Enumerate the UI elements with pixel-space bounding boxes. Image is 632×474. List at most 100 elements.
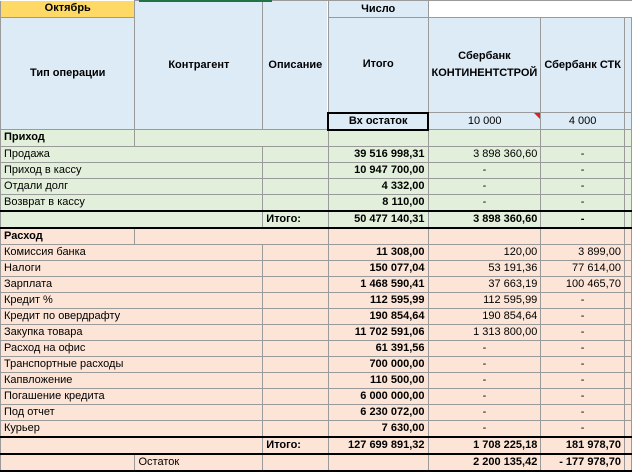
total-cell[interactable]: 150 077,04 [328, 260, 428, 276]
cell[interactable] [1, 211, 263, 228]
operation-type-cell[interactable]: Расход на офис [1, 340, 263, 356]
description-cell[interactable] [263, 420, 329, 437]
cell[interactable] [428, 130, 541, 147]
description-cell[interactable] [263, 260, 329, 276]
cell[interactable] [1, 454, 135, 471]
header-bank1[interactable]: Сбербанк КОНТИНЕНТСТРОЙ [428, 18, 541, 113]
total-cell[interactable]: 11 308,00 [328, 244, 428, 260]
bank2-cell[interactable]: - [541, 162, 625, 178]
description-cell[interactable] [263, 244, 329, 260]
bank2-cell[interactable]: 100 465,70 [541, 276, 625, 292]
bank2-cell[interactable]: - [541, 388, 625, 404]
total-cell[interactable]: 112 595,99 [328, 292, 428, 308]
opening-balance-label[interactable]: Вх остаток [328, 113, 428, 130]
header-values[interactable]: Число [328, 1, 428, 18]
cell[interactable] [624, 356, 631, 372]
bank1-cell[interactable]: - [428, 404, 541, 420]
operation-type-cell[interactable]: Налоги [1, 260, 263, 276]
cell[interactable] [624, 228, 631, 245]
description-cell[interactable] [263, 292, 329, 308]
description-cell[interactable] [263, 388, 329, 404]
operation-type-cell[interactable]: Капвложение [1, 372, 263, 388]
subtotal-bank1[interactable]: 1 708 225,18 [428, 437, 541, 454]
operation-type-cell[interactable]: Кредит % [1, 292, 263, 308]
cell[interactable] [1, 437, 263, 454]
operation-type-cell[interactable]: Приход в кассу [1, 162, 263, 178]
bank1-cell[interactable]: 1 313 800,00 [428, 324, 541, 340]
bank1-cell[interactable]: 37 663,19 [428, 276, 541, 292]
section-title[interactable]: Расход [1, 228, 135, 245]
operation-type-cell[interactable]: Под отчет [1, 404, 263, 420]
operation-type-cell[interactable]: Продажа [1, 146, 263, 162]
cell[interactable] [624, 437, 631, 454]
total-cell[interactable]: 61 391,56 [328, 340, 428, 356]
cell[interactable] [541, 130, 625, 147]
cell[interactable] [624, 308, 631, 324]
total-cell[interactable]: 110 500,00 [328, 372, 428, 388]
balance-bank2[interactable]: - 177 978,70 [541, 454, 625, 471]
bank1-cell[interactable]: 112 595,99 [428, 292, 541, 308]
bank1-cell[interactable]: - [428, 372, 541, 388]
cell[interactable] [624, 130, 631, 147]
bank1-cell[interactable]: - [428, 388, 541, 404]
bank2-cell[interactable]: - [541, 420, 625, 437]
cell[interactable] [624, 244, 631, 260]
operation-type-cell[interactable]: Комиссия банка [1, 244, 263, 260]
subtotal-bank1[interactable]: 3 898 360,60 [428, 211, 541, 228]
header-bank2[interactable]: Сбербанк СТК [541, 18, 625, 113]
opening-balance-bank2[interactable]: 4 000 [541, 113, 625, 130]
bank1-cell[interactable]: 53 191,36 [428, 260, 541, 276]
cell[interactable] [624, 340, 631, 356]
cell[interactable] [328, 454, 428, 471]
bank1-cell[interactable]: 120,00 [428, 244, 541, 260]
subtotal-label[interactable]: Итого: [263, 211, 329, 228]
header-operation-type[interactable]: Тип операции [1, 18, 135, 130]
subtotal-bank2[interactable]: - [541, 211, 625, 228]
subtotal-total[interactable]: 127 699 891,32 [328, 437, 428, 454]
bank2-cell[interactable]: - [541, 324, 625, 340]
cell[interactable] [624, 260, 631, 276]
bank1-cell[interactable]: 190 854,64 [428, 308, 541, 324]
subtotal-label[interactable]: Итого: [263, 437, 329, 454]
opening-balance-bank1[interactable]: 10 000 [428, 113, 541, 130]
bank2-cell[interactable]: - [541, 194, 625, 211]
total-cell[interactable]: 4 332,00 [328, 178, 428, 194]
bank2-cell[interactable]: - [541, 292, 625, 308]
operation-type-cell[interactable]: Транспортные расходы [1, 356, 263, 372]
cell[interactable] [328, 130, 428, 147]
bank2-cell[interactable]: - [541, 404, 625, 420]
total-cell[interactable]: 1 468 590,41 [328, 276, 428, 292]
total-cell[interactable]: 190 854,64 [328, 308, 428, 324]
bank2-cell[interactable]: - [541, 146, 625, 162]
bank1-cell[interactable]: - [428, 194, 541, 211]
balance-bank1[interactable]: 2 200 135,42 [428, 454, 541, 471]
description-cell[interactable] [263, 146, 329, 162]
bank1-cell[interactable]: - [428, 178, 541, 194]
cell[interactable] [624, 324, 631, 340]
bank1-cell[interactable]: - [428, 162, 541, 178]
cell[interactable] [624, 420, 631, 437]
description-cell[interactable] [263, 372, 329, 388]
total-cell[interactable]: 10 947 700,00 [328, 162, 428, 178]
bank1-cell[interactable]: 3 898 360,60 [428, 146, 541, 162]
description-cell[interactable] [263, 340, 329, 356]
description-cell[interactable] [263, 194, 329, 211]
cell[interactable] [541, 228, 625, 245]
bank2-cell[interactable]: 77 614,00 [541, 260, 625, 276]
bank1-cell[interactable]: - [428, 356, 541, 372]
cell[interactable] [624, 388, 631, 404]
header-total[interactable]: Итого [328, 18, 428, 113]
cell[interactable] [624, 194, 631, 211]
operation-type-cell[interactable]: Отдали долг [1, 178, 263, 194]
cell[interactable] [624, 292, 631, 308]
total-cell[interactable]: 700 000,00 [328, 356, 428, 372]
cell[interactable] [263, 454, 329, 471]
description-cell[interactable] [263, 356, 329, 372]
cell[interactable] [624, 276, 631, 292]
header-description[interactable]: Описание [263, 1, 329, 130]
bank2-cell[interactable]: - [541, 372, 625, 388]
total-cell[interactable]: 6 230 072,00 [328, 404, 428, 420]
total-cell[interactable]: 7 630,00 [328, 420, 428, 437]
month-filter[interactable]: Октябрь [1, 1, 135, 18]
operation-type-cell[interactable]: Зарплата [1, 276, 263, 292]
